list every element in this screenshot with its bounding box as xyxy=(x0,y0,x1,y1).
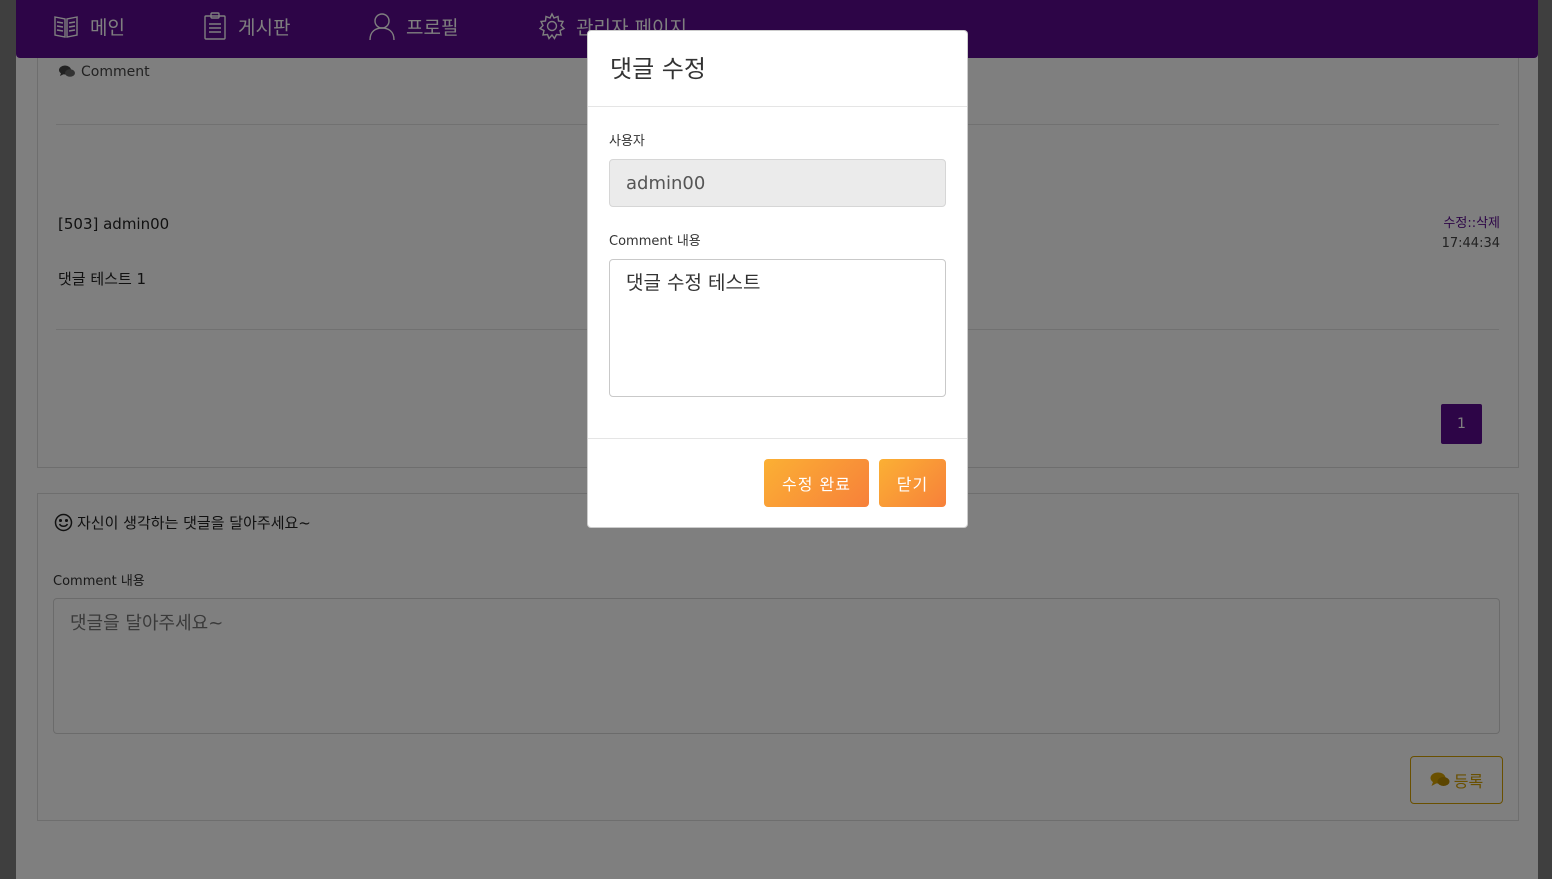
edit-comment-modal: 댓글 수정 사용자 Comment 내용 댓글 수정 테스트 수정 완료 닫기 xyxy=(587,30,968,528)
modal-user-label: 사용자 xyxy=(609,134,645,149)
modal-title: 댓글 수정 xyxy=(610,55,706,83)
close-modal-button[interactable]: 닫기 xyxy=(879,459,946,507)
modal-divider xyxy=(588,106,967,107)
modal-divider xyxy=(588,438,967,439)
modal-content-label: Comment 내용 xyxy=(609,234,701,249)
modal-user-field[interactable] xyxy=(609,159,946,207)
modal-content-input[interactable]: 댓글 수정 테스트 xyxy=(609,259,946,397)
save-edit-button[interactable]: 수정 완료 xyxy=(764,459,869,507)
